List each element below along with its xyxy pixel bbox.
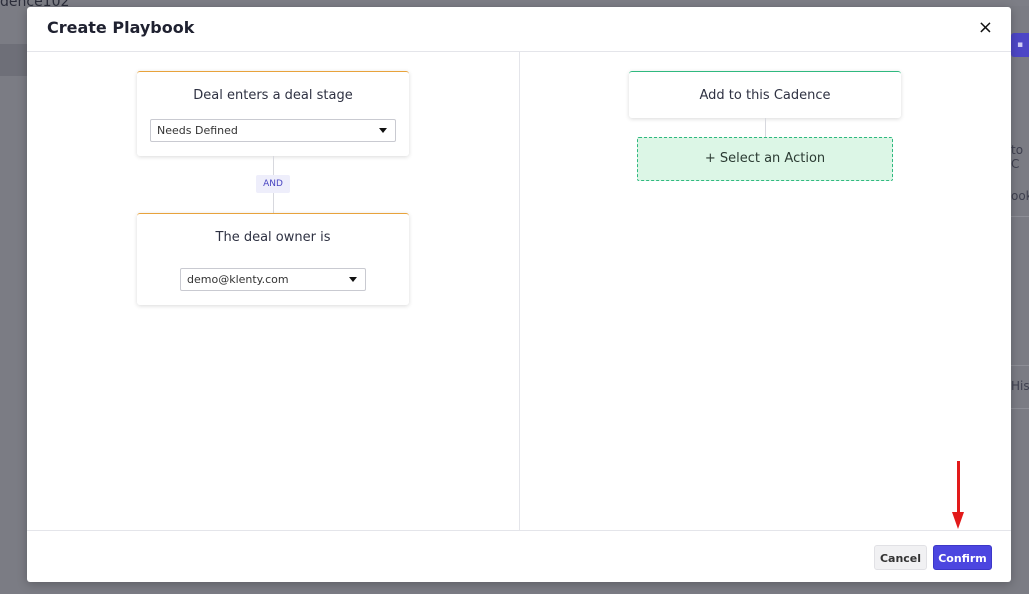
background-text-fragment: ook bbox=[1011, 189, 1029, 203]
caret-down-icon bbox=[379, 128, 387, 133]
deal-stage-select[interactable]: Needs Defined bbox=[150, 119, 396, 142]
cancel-button[interactable]: Cancel bbox=[874, 545, 927, 570]
create-playbook-modal: Create Playbook × Deal enters a deal sta… bbox=[27, 7, 1011, 582]
action-connector-line bbox=[765, 118, 766, 137]
cadence-action-card[interactable]: Add to this Cadence bbox=[629, 71, 901, 118]
trigger-card-deal-owner: The deal owner is demo@klenty.com bbox=[137, 213, 409, 305]
background-topbar bbox=[0, 0, 1029, 6]
modal-body: Deal enters a deal stage Needs Defined A… bbox=[27, 52, 1011, 530]
deal-owner-value: demo@klenty.com bbox=[187, 273, 289, 286]
background-sidebar-highlight bbox=[0, 44, 27, 76]
background-text-fragment: to C bbox=[1011, 143, 1024, 171]
deal-stage-title: Deal enters a deal stage bbox=[193, 88, 353, 103]
trigger-connector-line bbox=[273, 193, 274, 213]
close-icon[interactable]: × bbox=[978, 18, 993, 38]
background-divider bbox=[1011, 408, 1029, 409]
annotation-arrow-head-icon bbox=[952, 512, 964, 529]
modal-footer: Cancel Confirm bbox=[27, 530, 1011, 583]
deal-stage-value: Needs Defined bbox=[157, 124, 238, 137]
background-text-fragment: His bbox=[1011, 379, 1029, 393]
annotation-arrow-shaft bbox=[957, 461, 960, 517]
confirm-button[interactable]: Confirm bbox=[933, 545, 992, 570]
deal-owner-select[interactable]: demo@klenty.com bbox=[180, 268, 366, 291]
deal-owner-title: The deal owner is bbox=[215, 230, 331, 245]
cadence-title: Add to this Cadence bbox=[699, 88, 831, 103]
trigger-card-deal-stage: Deal enters a deal stage Needs Defined bbox=[137, 71, 409, 156]
background-user-button: ▪ bbox=[1011, 33, 1029, 57]
trigger-connector-line bbox=[273, 156, 274, 175]
and-badge: AND bbox=[256, 175, 290, 193]
background-divider bbox=[1011, 216, 1029, 217]
panel-divider bbox=[519, 52, 520, 530]
select-action-button[interactable]: + Select an Action bbox=[637, 137, 893, 181]
background-divider bbox=[1011, 365, 1029, 366]
caret-down-icon bbox=[349, 277, 357, 282]
modal-header: Create Playbook × bbox=[27, 7, 1011, 52]
modal-title: Create Playbook bbox=[47, 18, 195, 37]
